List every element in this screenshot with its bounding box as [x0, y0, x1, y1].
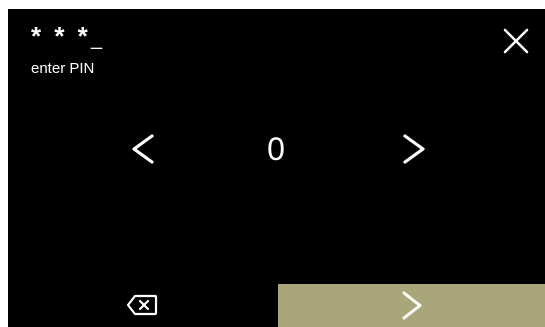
chevron-right-icon	[402, 291, 422, 320]
confirm-button[interactable]	[278, 284, 545, 327]
backspace-button[interactable]	[126, 294, 158, 316]
chevron-right-icon	[403, 134, 425, 164]
pin-cursor: _	[91, 28, 103, 50]
pin-entry-screen: * * * _ enter PIN 0	[8, 9, 545, 327]
chevron-left-icon	[132, 134, 154, 164]
next-digit-button[interactable]	[399, 129, 429, 169]
pin-label: enter PIN	[31, 60, 95, 77]
close-icon	[503, 28, 529, 54]
pin-masked-value: * * *	[31, 21, 91, 51]
close-button[interactable]	[502, 27, 530, 55]
previous-digit-button[interactable]	[128, 129, 158, 169]
selected-digit: 0	[267, 131, 285, 167]
backspace-icon	[126, 294, 158, 316]
